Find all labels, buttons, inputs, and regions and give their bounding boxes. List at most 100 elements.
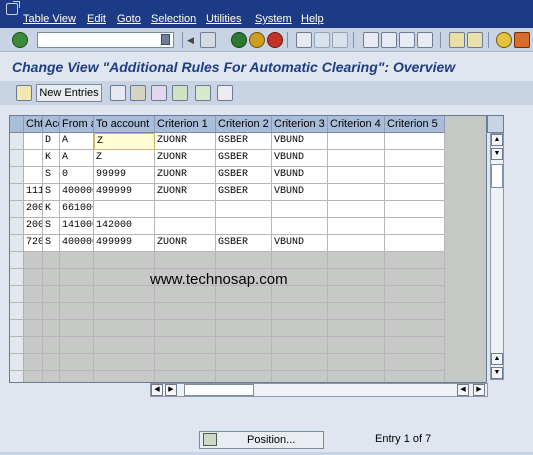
table-cell[interactable]: S xyxy=(43,218,60,235)
table-cell[interactable] xyxy=(216,218,272,235)
select-all-icon[interactable] xyxy=(172,85,188,101)
table-cell[interactable] xyxy=(328,150,385,167)
scroll-right-icon[interactable]: ▶ xyxy=(473,384,485,396)
table-cell[interactable] xyxy=(328,201,385,218)
exit-icon[interactable] xyxy=(249,32,265,48)
column-header[interactable]: Criterion 4 xyxy=(328,116,385,133)
vertical-scrollbar[interactable]: ▲ ▼ ▲ ▼ xyxy=(490,133,504,380)
menu-utilities[interactable]: Utilities xyxy=(206,13,241,25)
row-selector[interactable] xyxy=(10,269,24,286)
page-down-icon[interactable]: ▼ xyxy=(491,148,503,160)
page-up-icon[interactable]: ▲ xyxy=(491,353,503,365)
row-selector[interactable] xyxy=(10,184,24,201)
table-cell[interactable]: VBUND xyxy=(272,167,328,184)
table-cell[interactable]: Z xyxy=(94,150,155,167)
row-selector[interactable] xyxy=(10,235,24,252)
menu-selection[interactable]: Selection xyxy=(151,13,196,25)
table-cell[interactable]: VBUND xyxy=(272,235,328,252)
table-cell[interactable]: 2006 xyxy=(24,218,43,235)
table-cell[interactable]: ZUONR xyxy=(155,167,216,184)
collapse-arrow-icon[interactable]: ◀ xyxy=(187,32,196,48)
table-cell[interactable]: VBUND xyxy=(272,133,328,150)
table-cell[interactable]: Z xyxy=(94,133,155,150)
table-settings-icon[interactable] xyxy=(487,115,504,133)
table-cell[interactable]: ZUONR xyxy=(155,184,216,201)
row-selector[interactable] xyxy=(10,320,24,337)
column-header[interactable]: Criterion 1 xyxy=(155,116,216,133)
table-cell[interactable]: ZUONR xyxy=(155,133,216,150)
back-icon[interactable] xyxy=(231,32,247,48)
table-cell[interactable]: 7201 xyxy=(24,235,43,252)
scroll-left-icon[interactable]: ◀ xyxy=(151,384,163,396)
table-cell[interactable] xyxy=(385,184,445,201)
row-selector[interactable] xyxy=(10,201,24,218)
deselect-all-icon[interactable] xyxy=(217,85,233,101)
table-cell[interactable]: GSBER xyxy=(216,184,272,201)
table-cell[interactable]: 142000 xyxy=(94,218,155,235)
table-cell[interactable]: GSBER xyxy=(216,150,272,167)
table-cell[interactable]: ZUONR xyxy=(155,150,216,167)
find-next-icon[interactable] xyxy=(332,32,348,48)
column-header[interactable]: Criterion 3 xyxy=(272,116,328,133)
column-header[interactable]: AccTy xyxy=(43,116,60,133)
command-history-icon[interactable] xyxy=(161,34,170,45)
table-cell[interactable]: 499999 xyxy=(94,184,155,201)
row-selector[interactable] xyxy=(10,354,24,371)
table-cell[interactable]: 0 xyxy=(60,167,94,184)
table-cell[interactable] xyxy=(272,218,328,235)
row-selector[interactable] xyxy=(10,167,24,184)
table-cell[interactable]: 99999 xyxy=(94,167,155,184)
column-header[interactable]: From acct xyxy=(60,116,94,133)
row-selector[interactable] xyxy=(10,337,24,354)
table-cell[interactable] xyxy=(385,218,445,235)
page-left-icon[interactable]: ◀ xyxy=(457,384,469,396)
table-cell[interactable] xyxy=(24,133,43,150)
table-cell[interactable] xyxy=(155,201,216,218)
table-cell[interactable] xyxy=(24,167,43,184)
scroll-down-icon[interactable]: ▼ xyxy=(491,367,503,379)
row-selector[interactable] xyxy=(10,371,24,382)
save-icon[interactable] xyxy=(200,32,216,48)
table-cell[interactable]: S xyxy=(43,184,60,201)
table-cell[interactable] xyxy=(385,235,445,252)
table-cell[interactable] xyxy=(328,133,385,150)
scroll-up-icon[interactable]: ▲ xyxy=(491,134,503,146)
enter-icon[interactable] xyxy=(12,32,28,48)
menu-table-view[interactable]: Table View xyxy=(23,13,76,25)
table-cell[interactable]: GSBER xyxy=(216,235,272,252)
table-cell[interactable]: 2006 xyxy=(24,201,43,218)
row-selector[interactable] xyxy=(10,303,24,320)
row-selector[interactable] xyxy=(10,218,24,235)
column-header[interactable]: Criterion 2 xyxy=(216,116,272,133)
row-selector[interactable] xyxy=(10,133,24,150)
table-cell[interactable]: K xyxy=(43,150,60,167)
table-cell[interactable] xyxy=(385,150,445,167)
change-display-icon[interactable] xyxy=(16,85,32,101)
new-entries-button[interactable]: New Entries xyxy=(36,84,102,102)
table-cell[interactable] xyxy=(385,167,445,184)
command-field[interactable] xyxy=(37,32,174,48)
horizontal-scrollbar[interactable]: ◀ ▶ ◀ ▶ xyxy=(150,383,488,397)
table-cell[interactable] xyxy=(328,184,385,201)
first-page-icon[interactable] xyxy=(363,32,379,48)
row-selector[interactable] xyxy=(10,150,24,167)
menu-edit[interactable]: Edit xyxy=(87,13,106,25)
last-page-icon[interactable] xyxy=(417,32,433,48)
table-cell[interactable]: VBUND xyxy=(272,150,328,167)
print-icon[interactable] xyxy=(296,32,312,48)
vertical-scroll-thumb[interactable] xyxy=(491,164,503,188)
table-cell[interactable] xyxy=(385,201,445,218)
table-cell[interactable] xyxy=(272,201,328,218)
table-cell[interactable] xyxy=(155,218,216,235)
column-header[interactable]: To account xyxy=(94,116,155,133)
table-cell[interactable]: VBUND xyxy=(272,184,328,201)
table-cell[interactable]: 400000 xyxy=(60,235,94,252)
page-right-icon[interactable]: ▶ xyxy=(165,384,177,396)
table-cell[interactable]: S xyxy=(43,235,60,252)
table-cell[interactable] xyxy=(328,235,385,252)
column-header[interactable]: ChtA... xyxy=(24,116,43,133)
row-selector[interactable] xyxy=(10,252,24,269)
table-cell[interactable]: 661006 xyxy=(60,201,94,218)
table-cell[interactable]: GSBER xyxy=(216,167,272,184)
table-cell[interactable]: 141000 xyxy=(60,218,94,235)
